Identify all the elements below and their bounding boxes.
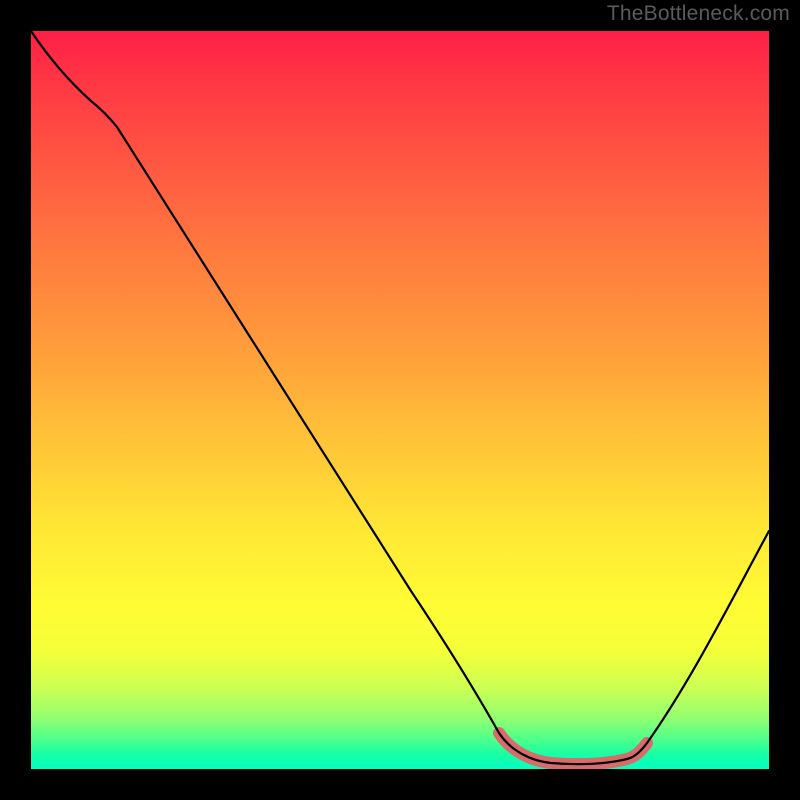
curve-svg (31, 31, 769, 769)
plot-area (31, 31, 769, 769)
watermark-text: TheBottleneck.com (607, 2, 790, 26)
bottleneck-curve (31, 31, 769, 764)
chart-frame: TheBottleneck.com (0, 0, 800, 800)
